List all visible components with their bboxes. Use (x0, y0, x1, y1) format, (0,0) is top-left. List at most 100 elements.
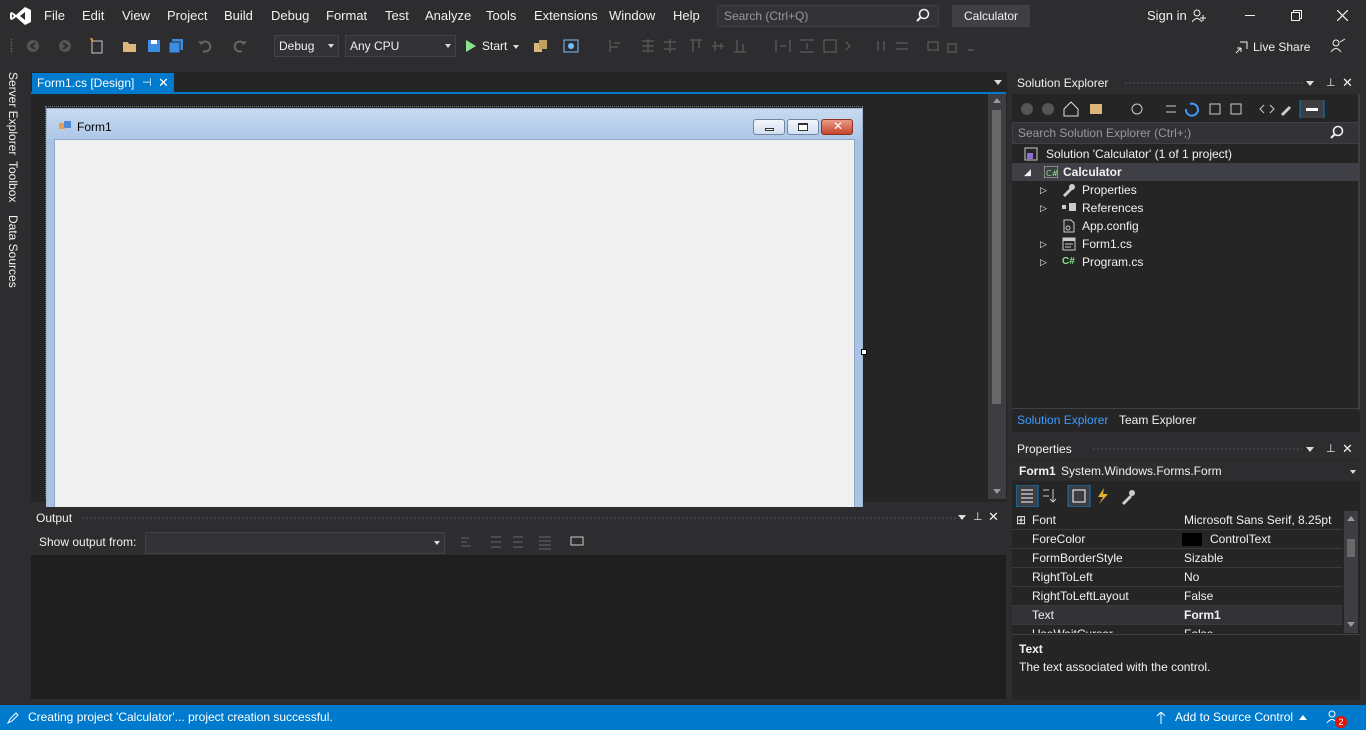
property-row-usewaitcursor[interactable]: UseWaitCursorFalse (1012, 625, 1342, 633)
property-row-righttoleftlayout[interactable]: RightToLeftLayout False (1012, 587, 1342, 606)
live-share-button[interactable]: Live Share (1253, 38, 1310, 56)
output-grip[interactable] (81, 516, 956, 521)
output-pin-icon[interactable]: ⊥ (973, 510, 983, 523)
expand-arrow-icon[interactable]: ▷ (1040, 181, 1047, 199)
expand-plus-icon[interactable]: ⊞ (1016, 511, 1026, 530)
menu-file[interactable]: File (38, 0, 71, 32)
form-maximize-button[interactable] (787, 119, 819, 135)
expand-arrow-icon[interactable]: ▷ (1040, 199, 1047, 217)
panel-close-icon[interactable]: ✕ (1342, 72, 1353, 94)
designer-vertical-scrollbar[interactable] (988, 94, 1006, 499)
menu-debug[interactable]: Debug (265, 0, 315, 32)
tab-form1-design[interactable]: Form1.cs [Design] ⊣ ✕ (32, 73, 174, 93)
sign-in-link[interactable]: Sign in (1141, 0, 1193, 32)
tab-overflow-icon[interactable] (994, 80, 1002, 85)
property-row-formborderstyle[interactable]: FormBorderStyle Sizable (1012, 549, 1342, 568)
output-close-icon[interactable]: ✕ (988, 509, 999, 525)
tree-item-form1[interactable]: ▷ Form1.cs (1012, 235, 1360, 253)
close-window-icon[interactable] (1337, 10, 1348, 21)
form-minimize-button[interactable] (753, 119, 785, 135)
tree-item-references[interactable]: ▷ References (1012, 199, 1360, 217)
menu-format[interactable]: Format (320, 0, 373, 32)
expand-arrow-icon[interactable]: ▷ (1040, 253, 1047, 271)
panel-grip[interactable] (1124, 81, 1304, 86)
properties-scrollbar[interactable] (1344, 511, 1358, 633)
add-user-icon[interactable] (1192, 9, 1206, 23)
tree-project-node[interactable]: ◢ C# Calculator (1012, 163, 1360, 181)
tree-item-program[interactable]: ▷ C# Program.cs (1012, 253, 1360, 271)
toolbox-tab[interactable]: Toolbox (6, 161, 20, 202)
vs-logo-icon[interactable] (10, 6, 32, 26)
scroll-down-icon[interactable] (1347, 622, 1355, 627)
solution-config-select[interactable]: Debug (274, 35, 339, 57)
scroll-thumb[interactable] (1347, 539, 1355, 557)
property-row-font[interactable]: ⊞ Font Microsoft Sans Serif, 8.25pt (1012, 511, 1342, 530)
toolbar-grip[interactable] (10, 38, 13, 54)
property-row-righttoleft[interactable]: RightToLeft No (1012, 568, 1342, 587)
menu-test[interactable]: Test (379, 0, 415, 32)
feedback-icon[interactable] (1330, 38, 1346, 54)
property-row-text[interactable]: Text Form1 (1012, 606, 1342, 625)
start-button[interactable]: Start (464, 35, 522, 57)
panel-close-icon[interactable]: ✕ (1342, 438, 1353, 460)
property-row-forecolor[interactable]: ForeColor ControlText (1012, 530, 1342, 549)
undo-icon[interactable] (197, 38, 213, 54)
add-to-source-control-button[interactable]: Add to Source Control (1175, 705, 1293, 730)
platform-select[interactable]: Any CPU (345, 35, 456, 57)
scroll-thumb[interactable] (992, 110, 1001, 404)
menu-build[interactable]: Build (218, 0, 259, 32)
expand-arrow-icon[interactable]: ▷ (1040, 235, 1047, 253)
chevron-up-icon[interactable] (1299, 715, 1307, 720)
forward-icon[interactable] (57, 38, 73, 54)
live-share-icon[interactable] (1235, 40, 1249, 54)
form-client-area[interactable] (54, 139, 855, 509)
redo-icon[interactable] (232, 38, 248, 54)
panel-menu-icon[interactable] (1306, 81, 1314, 86)
attach-icon[interactable] (533, 38, 549, 54)
browser-link-icon[interactable] (563, 38, 579, 54)
chevron-down-icon[interactable] (1350, 470, 1356, 474)
solution-explorer-scrollbar[interactable] (1358, 94, 1360, 410)
menu-edit[interactable]: Edit (76, 0, 110, 32)
solution-search-icon[interactable] (1330, 125, 1344, 139)
restore-window-icon[interactable] (1291, 10, 1302, 21)
properties-object-select[interactable]: Form1 System.Windows.Forms.Form (1012, 461, 1360, 481)
tree-item-properties[interactable]: ▷ Properties (1012, 181, 1360, 199)
back-icon[interactable] (25, 38, 41, 54)
output-text-area[interactable] (31, 555, 1006, 699)
output-source-select[interactable] (145, 532, 445, 554)
minimize-window-icon[interactable] (1245, 15, 1255, 16)
tree-solution-node[interactable]: Solution 'Calculator' (1 of 1 project) (1024, 145, 1360, 163)
menu-analyze[interactable]: Analyze (419, 0, 477, 32)
data-sources-tab[interactable]: Data Sources (6, 215, 20, 288)
menu-view[interactable]: View (116, 0, 156, 32)
save-all-icon[interactable] (168, 38, 184, 54)
panel-grip[interactable] (1092, 447, 1302, 452)
notifications-button[interactable]: 2 (1326, 709, 1350, 728)
tab-solution-explorer[interactable]: Solution Explorer (1012, 410, 1114, 430)
server-explorer-tab[interactable]: Server Explorer (6, 72, 20, 155)
scroll-up-icon[interactable] (993, 98, 1001, 103)
panel-menu-icon[interactable] (1306, 447, 1314, 452)
output-menu-icon[interactable] (958, 515, 966, 520)
solution-search-input[interactable]: Search Solution Explorer (Ctrl+;) (1012, 122, 1360, 144)
form-close-button[interactable]: ✕ (821, 119, 853, 135)
menu-extensions[interactable]: Extensions (528, 0, 604, 32)
tree-item-app-config[interactable]: App.config (1012, 217, 1360, 235)
panel-pin-icon[interactable]: ⊥ (1326, 72, 1336, 94)
menu-help[interactable]: Help (667, 0, 706, 32)
menu-window[interactable]: Window (603, 0, 661, 32)
resize-handle[interactable] (861, 349, 867, 355)
menu-project[interactable]: Project (161, 0, 213, 32)
scroll-down-icon[interactable] (993, 489, 1001, 494)
menu-tools[interactable]: Tools (480, 0, 522, 32)
search-input[interactable]: Search (Ctrl+Q) (717, 5, 939, 27)
scroll-up-icon[interactable] (1347, 516, 1355, 521)
pin-tab-icon[interactable]: ⊣ (142, 73, 152, 93)
panel-pin-icon[interactable]: ⊥ (1326, 438, 1336, 460)
new-project-icon[interactable] (89, 38, 105, 54)
close-tab-icon[interactable]: ✕ (158, 73, 169, 93)
save-icon[interactable] (146, 38, 162, 54)
tab-team-explorer[interactable]: Team Explorer (1114, 410, 1201, 430)
collapse-arrow-icon[interactable]: ◢ (1024, 163, 1031, 181)
